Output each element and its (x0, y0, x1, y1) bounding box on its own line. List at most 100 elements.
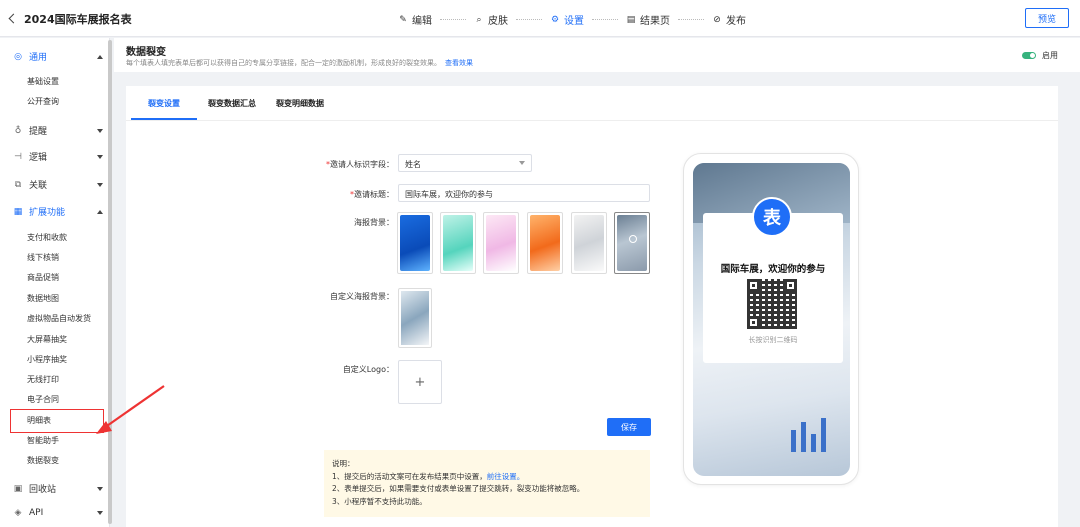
document-icon: ▤ (626, 14, 636, 25)
sidebar-item-payment[interactable]: 支付和收款 (27, 232, 67, 243)
chevron-down-icon (97, 486, 103, 491)
general-icon: ◎ (14, 51, 22, 62)
step-label: 皮肤 (488, 16, 508, 27)
plus-icon: + (414, 374, 426, 390)
sidebar-group-label: 提醒 (29, 127, 48, 137)
step-divider (592, 19, 618, 20)
invite-title-input[interactable]: 国际车展，欢迎你的参与 (398, 184, 650, 202)
step-label: 发布 (726, 16, 746, 27)
sidebar-group-logic[interactable]: ⊣ 逻辑 (13, 150, 105, 163)
link-icon: ⧉ (14, 179, 22, 190)
settings-card: 裂变设置 裂变数据汇总 裂变明细数据 *邀请人标识字段： 姓名 *邀请标题： 国… (126, 86, 1058, 527)
sidebar-item-data-map[interactable]: 数据地图 (27, 293, 59, 304)
step-label: 设置 (564, 16, 584, 27)
sidebar-group-label: API (29, 508, 44, 518)
sidebar-item-public-query[interactable]: 公开查询 (27, 96, 59, 107)
sidebar-group-label: 回收站 (29, 485, 57, 495)
sidebar-item-basic-settings[interactable]: 基础设置 (27, 76, 59, 87)
sidebar-item-screen-lottery[interactable]: 大屏幕抽奖 (27, 334, 67, 345)
sidebar-group-label: 逻辑 (29, 153, 48, 163)
section-title: 数据裂变 (126, 47, 166, 58)
section-header: 数据裂变 每个填表人填完表单后都可以获得自己的专属分享链接，配合一定的激励机制，… (114, 38, 1080, 72)
poster-bg-option-teal[interactable] (440, 212, 476, 274)
sidebar-item-auto-delivery[interactable]: 虚拟物品自动发货 (27, 313, 91, 324)
skin-icon: ⌕ (476, 14, 482, 25)
sidebar-group-remind[interactable]: ♁ 提醒 (13, 124, 105, 137)
qr-code-icon (747, 279, 797, 329)
step-edit[interactable]: ✎ 编辑 (398, 12, 432, 28)
notice-line-1: 1、提交后的活动文案可在发布结果页中设置，前往设置。 (332, 471, 525, 481)
poster-bg-option-grey[interactable] (571, 212, 607, 274)
poster-bg-option-orange[interactable] (527, 212, 563, 274)
top-bar: 2024国际车展报名表 ✎ 编辑 ⌕ 皮肤 ⚙ 设置 ▤ 结果页 ⊘ 发布 预览 (0, 0, 1080, 37)
sidebar-item-miniapp-lottery[interactable]: 小程序抽奖 (27, 354, 67, 365)
grid-icon: ▦ (13, 206, 23, 217)
enable-toggle-label: 启用 (1042, 51, 1058, 60)
sidebar-item-offline-verify[interactable]: 线下核销 (27, 252, 59, 263)
chevron-down-icon (97, 511, 103, 515)
view-effect-link[interactable]: 查看效果 (445, 59, 473, 67)
poster-title: 国际车展，欢迎你的参与 (720, 264, 826, 275)
trash-icon: ▣ (13, 483, 23, 494)
step-result-page[interactable]: ▤ 结果页 (626, 12, 670, 28)
poster-bg-label: 海报背景： (354, 218, 394, 227)
poster-bg-option-photo-selected[interactable] (614, 212, 650, 274)
api-icon: ◈ (14, 508, 22, 518)
go-settings-link[interactable]: 前往设置。 (487, 472, 525, 481)
tabs-divider (126, 120, 1058, 121)
custom-poster-thumbnail[interactable] (398, 288, 432, 348)
sidebar-item-promotion[interactable]: 商品促销 (27, 272, 59, 283)
sidebar-group-label: 关联 (29, 181, 48, 191)
decor-bar (801, 422, 806, 452)
sidebar-item-smart-assistant[interactable]: 智能助手 (27, 435, 59, 446)
sidebar: ◎ 通用 基础设置 公开查询 ♁ 提醒 ⊣ 逻辑 ⧉ 关联 ▦ 扩展功能 支付和收款 线下… (0, 38, 110, 527)
save-button[interactable]: 保存 (607, 418, 651, 436)
step-settings[interactable]: ⚙ 设置 (550, 12, 584, 28)
annotation-highlight-box (10, 409, 104, 433)
inviter-field-label: *邀请人标识字段： (326, 160, 394, 169)
sidebar-group-extend[interactable]: ▦ 扩展功能 (13, 205, 105, 218)
enable-toggle[interactable] (1022, 52, 1036, 59)
sidebar-scrollbar[interactable] (108, 40, 112, 524)
form-title: 2024国际车展报名表 (24, 13, 132, 26)
notice-heading: 说明： (332, 459, 355, 468)
notice-line-2: 2、表单提交后，如果需要支付或表单设置了提交跳转，裂变功能将被忽略。 (332, 484, 585, 493)
chevron-down-icon (519, 161, 525, 165)
chevron-down-icon (97, 128, 103, 133)
description-text: 每个填表人填完表单后都可以获得自己的专属分享链接，配合一定的激励机制，形成良好的… (126, 59, 441, 67)
sidebar-group-api[interactable]: ◈ API (13, 508, 105, 518)
tab-fission-detail[interactable]: 裂变明细数据 (276, 98, 324, 109)
decor-bar (791, 430, 796, 452)
step-divider (440, 19, 466, 20)
chevron-down-icon (97, 154, 103, 159)
decor-bar (811, 434, 816, 452)
poster-bg-option-blue[interactable] (397, 212, 433, 274)
sidebar-group-general[interactable]: ◎ 通用 (13, 50, 105, 63)
back-button[interactable]: 2024国际车展报名表 (8, 11, 132, 27)
sidebar-group-label: 扩展功能 (29, 208, 66, 218)
sidebar-group-label: 通用 (29, 53, 48, 63)
sidebar-item-wireless-print[interactable]: 无线打印 (27, 374, 59, 385)
selected-check-icon (629, 235, 637, 243)
step-label: 结果页 (640, 16, 670, 27)
logo-upload-button[interactable]: + (398, 360, 442, 404)
step-publish[interactable]: ⊘ 发布 (712, 12, 746, 28)
custom-poster-label: 自定义海报背景： (330, 292, 394, 301)
notice-box: 说明： 1、提交后的活动文案可在发布结果页中设置，前往设置。 2、表单提交后，如… (324, 450, 650, 517)
poster-bg-option-pink[interactable] (483, 212, 519, 274)
step-label: 编辑 (412, 16, 432, 27)
sidebar-item-data-fission[interactable]: 数据裂变 (27, 455, 59, 466)
sidebar-group-relation[interactable]: ⧉ 关联 (13, 178, 105, 191)
phone-preview: 表 国际车展，欢迎你的参与 长按识别二维码 (683, 153, 859, 485)
tab-fission-summary[interactable]: 裂变数据汇总 (208, 98, 256, 109)
step-skin[interactable]: ⌕ 皮肤 (474, 12, 508, 28)
preview-button[interactable]: 预览 (1025, 8, 1069, 28)
tab-fission-settings[interactable]: 裂变设置 (148, 98, 180, 109)
logic-icon: ⊣ (14, 151, 22, 162)
inviter-field-select[interactable]: 姓名 (398, 154, 532, 172)
sidebar-item-e-contract[interactable]: 电子合同 (27, 394, 59, 405)
chevron-down-icon (97, 182, 103, 187)
chevron-left-icon (8, 13, 19, 24)
decor-bar (821, 418, 826, 452)
sidebar-group-recycle[interactable]: ▣ 回收站 (13, 482, 105, 495)
